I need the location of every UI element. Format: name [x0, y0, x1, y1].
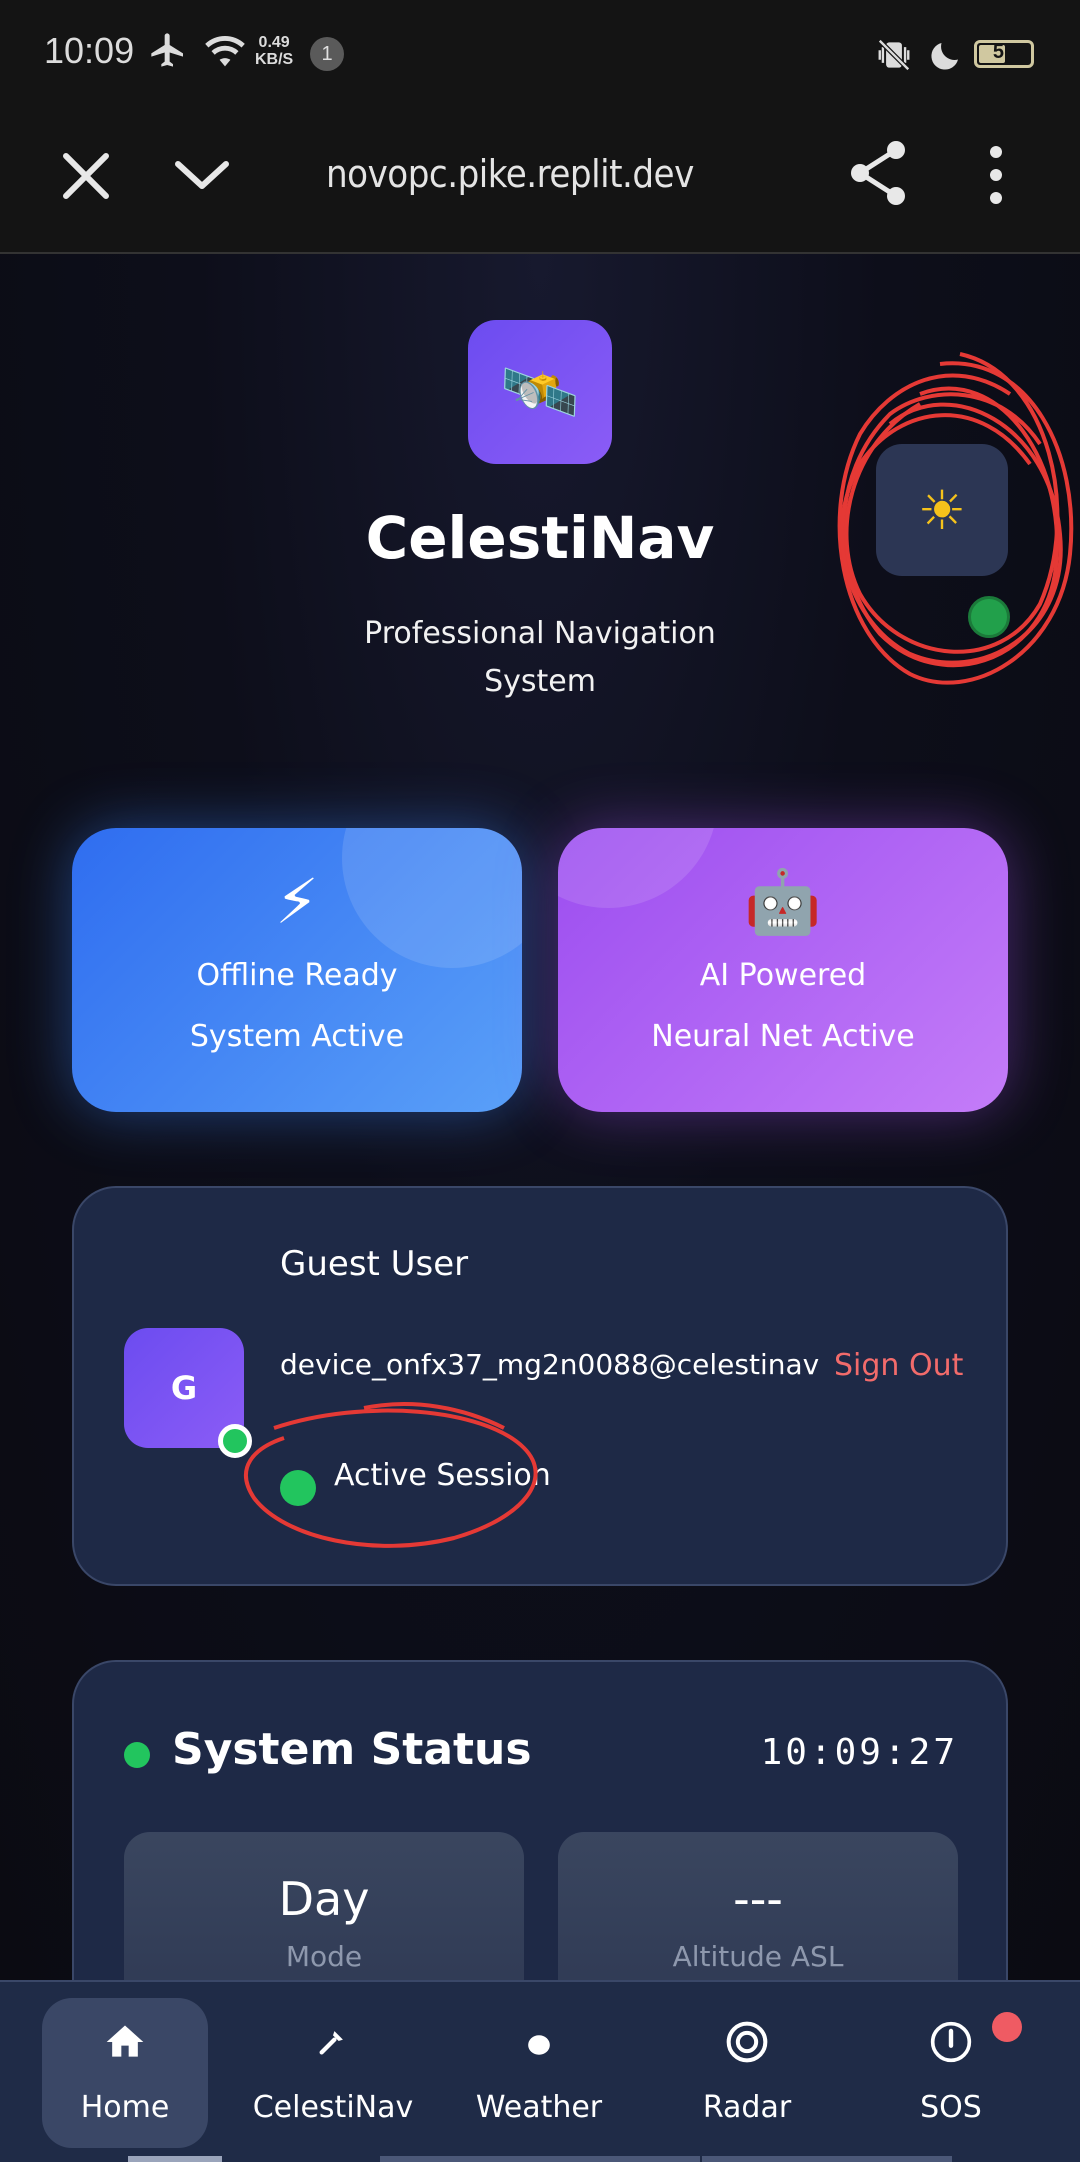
stat-label: Mode [285, 1940, 363, 1973]
satellite-icon: 🛰️ [468, 320, 612, 464]
robot-icon: 🤖 [744, 865, 822, 938]
gesture-bar [702, 2156, 952, 2162]
feature-card-offline[interactable]: ⚡ Offline Ready System Active [72, 828, 522, 1112]
nav-item-radar[interactable]: Radar [664, 1998, 830, 2148]
feature-subtitle: System Active [189, 1019, 405, 1054]
nav-item-weather[interactable]: Weather [456, 1998, 622, 2148]
stat-label: Altitude ASL [672, 1940, 844, 1973]
session-status-dot [280, 1470, 316, 1506]
nav-label: Weather [475, 2090, 603, 2125]
nav-label: CelestiNav [252, 2090, 414, 2125]
share-icon[interactable] [846, 138, 910, 208]
bottom-nav: Home CelestiNav Weather Radar SOS [0, 1980, 1080, 2162]
user-name: Guest User [280, 1244, 469, 1284]
feature-title: Offline Ready [196, 958, 398, 993]
nav-label: SOS [920, 2090, 982, 2125]
url-bar[interactable]: novopc.pike.replit.dev [326, 152, 694, 196]
airplane-icon [146, 30, 190, 79]
browser-toolbar: novopc.pike.replit.dev [0, 110, 1080, 254]
main-content: 🛰️ CelestiNav Professional Navigation Sy… [0, 254, 1080, 2060]
feature-title: AI Powered [699, 958, 867, 993]
status-time: 10:09 [44, 30, 135, 71]
net-speed-value: 0.49 [258, 34, 290, 51]
stat-value: --- [733, 1872, 783, 1926]
sos-alert-badge [992, 2012, 1022, 2042]
more-vert-icon[interactable] [976, 140, 1016, 210]
feature-card-ai[interactable]: 🤖 AI Powered Neural Net Active [558, 828, 1008, 1112]
stat-value: Day [278, 1872, 370, 1926]
close-icon[interactable] [56, 146, 116, 206]
user-email: device_onfx37_mg2n0088@celestinav.lo··· [280, 1348, 820, 1381]
gesture-bar [380, 2156, 700, 2162]
net-speed: 0.49 KB/S [255, 34, 293, 68]
system-clock: 10:09:27 [760, 1732, 958, 1773]
radar-icon [664, 2020, 830, 2070]
mute-vibrate-icon [872, 36, 916, 83]
chevron-down-icon[interactable] [172, 150, 232, 210]
wifi-icon [202, 34, 248, 79]
user-card: Guest User G device_onfx37_mg2n0088@cele… [72, 1186, 1008, 1586]
moon-icon [928, 36, 964, 83]
status-dot [124, 1742, 150, 1768]
gesture-bar [128, 2156, 222, 2162]
theme-toggle-button[interactable]: ☀ [876, 444, 1008, 576]
status-bar: 10:09 0.49 KB/S 1 51 [0, 0, 1080, 110]
status-indicator-dot [968, 596, 1010, 638]
battery-level: 51 [992, 41, 1016, 63]
notification-badge: 1 [310, 37, 344, 71]
home-icon [42, 2020, 208, 2070]
net-speed-unit: KB/S [255, 51, 294, 68]
nav-label: Radar [702, 2090, 792, 2125]
weather-icon [456, 2020, 622, 2070]
sun-icon: ☀ [917, 478, 967, 542]
lightning-icon: ⚡ [275, 865, 319, 938]
nav-label: Home [80, 2090, 170, 2125]
session-status: Active Session [334, 1458, 551, 1493]
feature-subtitle: Neural Net Active [651, 1019, 915, 1054]
battery-icon: 51 [974, 40, 1034, 68]
tools-icon [250, 2020, 416, 2070]
system-status-title: System Status [172, 1724, 532, 1775]
online-indicator [218, 1424, 252, 1458]
sign-out-button[interactable]: Sign Out [834, 1348, 963, 1383]
nav-item-home[interactable]: Home [42, 1998, 208, 2148]
nav-item-celestinav[interactable]: CelestiNav [250, 1998, 416, 2148]
app-subtitle: Professional Navigation System [364, 616, 716, 699]
